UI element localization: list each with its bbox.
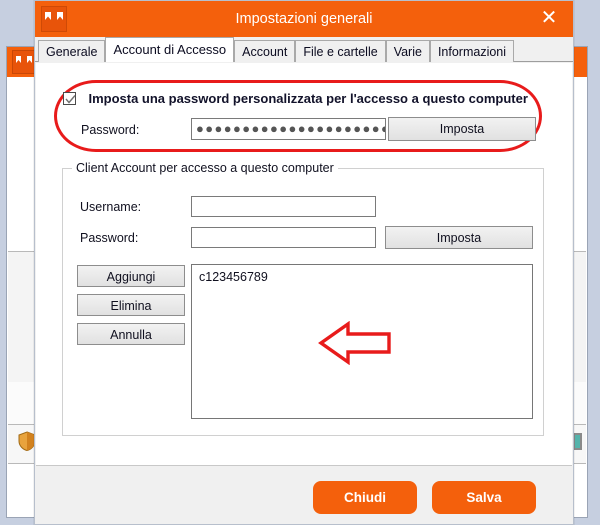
username-input[interactable] [191, 196, 376, 217]
custom-password-checkbox-row[interactable]: Imposta una password personalizzata per … [63, 90, 528, 108]
tab-account-di-accesso[interactable]: Account di Accesso [105, 37, 235, 62]
tab-panel-account-di-accesso: Imposta una password personalizzata per … [36, 63, 572, 466]
tab-account[interactable]: Account [234, 40, 296, 62]
app-logo-icon [12, 50, 36, 74]
client-password-input[interactable] [191, 227, 376, 248]
close-dialog-button[interactable]: Chiudi [313, 481, 417, 514]
dialog-titlebar: Impostazioni generali ✕ [35, 1, 573, 37]
red-arrow-annotation [318, 320, 392, 370]
add-account-button[interactable]: Aggiungi [77, 265, 185, 287]
settings-dialog: Impostazioni generali ✕ Generale Account … [34, 0, 574, 525]
custom-password-checkbox[interactable] [63, 92, 76, 105]
custom-password-input[interactable]: ●●●●●●●●●●●●●●●●●●●●●●●●●●● [191, 118, 386, 140]
dialog-footer: Chiudi Salva [36, 466, 572, 523]
teal-square-icon[interactable] [573, 433, 582, 450]
close-icon[interactable]: ✕ [537, 7, 561, 31]
list-item[interactable]: c123456789 [199, 270, 268, 284]
tab-informazioni[interactable]: Informazioni [429, 40, 515, 62]
client-password-set-button[interactable]: Imposta [385, 226, 533, 249]
page-title: Impostazioni generali [235, 11, 373, 27]
tab-file-e-cartelle[interactable]: File e cartelle [295, 40, 386, 62]
client-account-groupbox-legend: Client Account per accesso a questo comp… [72, 161, 338, 175]
tab-varie[interactable]: Varie [385, 40, 430, 62]
tab-bar: Generale Account di Accesso Account File e … [35, 37, 573, 62]
delete-account-button[interactable]: Elimina [77, 294, 185, 316]
tab-generale[interactable]: Generale [38, 40, 106, 62]
username-label: Username: [80, 200, 142, 214]
custom-password-checkbox-label: Imposta una password personalizzata per … [88, 91, 528, 106]
save-button[interactable]: Salva [432, 481, 536, 514]
cancel-button[interactable]: Annulla [77, 323, 185, 345]
custom-password-label: Password: [81, 123, 140, 137]
client-account-groupbox: Client Account per accesso a questo comp… [62, 161, 544, 436]
client-password-label: Password: [80, 231, 139, 245]
custom-password-set-button[interactable]: Imposta [388, 117, 536, 141]
